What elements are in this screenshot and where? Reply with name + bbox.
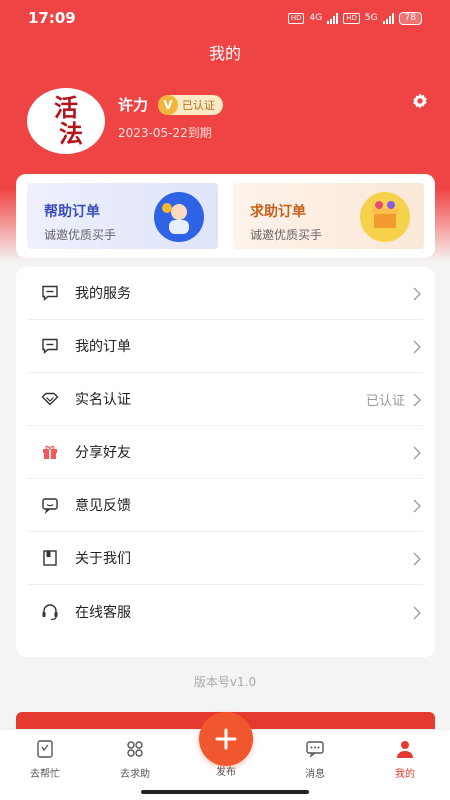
profile-tab-icon <box>394 739 416 759</box>
chevron-right-icon <box>411 339 423 354</box>
network-label-2: 5G <box>364 13 378 23</box>
tab-label: 去求助 <box>120 769 150 780</box>
vip-icon: V <box>158 95 178 115</box>
menu-label: 关于我们 <box>75 551 131 567</box>
chevron-right-icon <box>411 498 423 513</box>
chevron-right-icon <box>411 286 423 301</box>
battery-icon: 78 <box>398 11 422 25</box>
menu-item-real-name-auth[interactable]: 实名认证 已认证 <box>28 373 423 426</box>
book-icon <box>41 549 59 567</box>
menu-item-feedback[interactable]: 意见反馈 <box>28 479 423 532</box>
gift-box-illustration-icon <box>360 192 410 242</box>
status-bar: 17:09 HD 4G HD 5G 78 <box>0 0 450 36</box>
verify-badge: V 已认证 <box>158 95 223 115</box>
menu-item-share-friends[interactable]: 分享好友 <box>28 426 423 479</box>
help-order-card[interactable]: 帮助订单 诚邀优质买手 <box>27 183 218 249</box>
settings-gear-icon[interactable] <box>411 92 429 110</box>
publish-label: 发布 <box>216 767 236 778</box>
publish-button[interactable] <box>199 712 253 766</box>
verify-badge-label: 已认证 <box>182 99 215 112</box>
helper-illustration-icon <box>154 192 204 242</box>
version-label: 版本号v1.0 <box>193 675 257 689</box>
menu-item-my-orders[interactable]: 我的订单 <box>28 320 423 373</box>
plus-icon <box>215 728 237 750</box>
menu-value: 已认证 <box>365 393 405 409</box>
tab-label: 我的 <box>395 769 415 780</box>
home-indicator <box>141 790 309 794</box>
network-label: 4G <box>309 13 323 23</box>
promo-card: 帮助订单 诚邀优质买手 求助订单 诚邀优质买手 <box>16 174 435 258</box>
menu-label: 实名认证 <box>75 392 131 408</box>
avatar-char-bottom: 法 <box>59 119 83 148</box>
tab-label: 去帮忙 <box>30 769 60 780</box>
tab-mine[interactable]: 我的 <box>360 730 450 800</box>
tab-go-help[interactable]: 去帮忙 <box>0 730 90 800</box>
menu-item-my-services[interactable]: 我的服务 <box>28 267 423 320</box>
avatar-char-top: 活 <box>54 93 78 122</box>
menu-label: 分享好友 <box>75 445 131 461</box>
page-title: 我的 <box>208 44 241 63</box>
hd-icon: HD <box>287 12 305 24</box>
signal-icon <box>327 12 339 24</box>
avatar[interactable]: 活 法 <box>27 88 105 154</box>
menu-label: 意见反馈 <box>75 498 131 514</box>
help-tab-icon <box>34 739 56 759</box>
menu-label: 在线客服 <box>75 604 131 621</box>
expire-date: 2023-05-22到期 <box>118 126 212 140</box>
grid-tab-icon <box>124 739 146 759</box>
diamond-icon <box>41 390 59 408</box>
tab-label: 消息 <box>305 769 325 780</box>
message-tab-icon <box>304 739 326 759</box>
gift-icon <box>41 443 59 461</box>
menu-label: 我的订单 <box>75 339 131 355</box>
status-indicators: HD 4G HD 5G 78 <box>287 11 422 25</box>
menu-list: 我的服务 我的订单 实名认证 已认证 分享好友 意见反馈 关于我们 在线客服 <box>16 267 435 657</box>
menu-item-online-support[interactable]: 在线客服 <box>28 585 423 638</box>
feedback-icon <box>41 496 59 514</box>
order-icon <box>41 337 59 355</box>
hd-icon-2: HD <box>343 12 360 24</box>
chevron-right-icon <box>411 551 423 566</box>
chevron-right-icon <box>411 445 423 460</box>
signal-icon-2 <box>382 12 394 24</box>
chevron-right-icon <box>411 605 423 619</box>
service-icon <box>41 284 59 302</box>
headset-icon <box>41 603 59 621</box>
status-time: 17:09 <box>28 9 76 27</box>
user-name: 许力 <box>118 96 149 114</box>
chevron-right-icon <box>411 392 423 407</box>
seek-help-order-card[interactable]: 求助订单 诚邀优质买手 <box>233 183 424 249</box>
menu-label: 我的服务 <box>75 286 131 302</box>
menu-item-about-us[interactable]: 关于我们 <box>28 532 423 585</box>
